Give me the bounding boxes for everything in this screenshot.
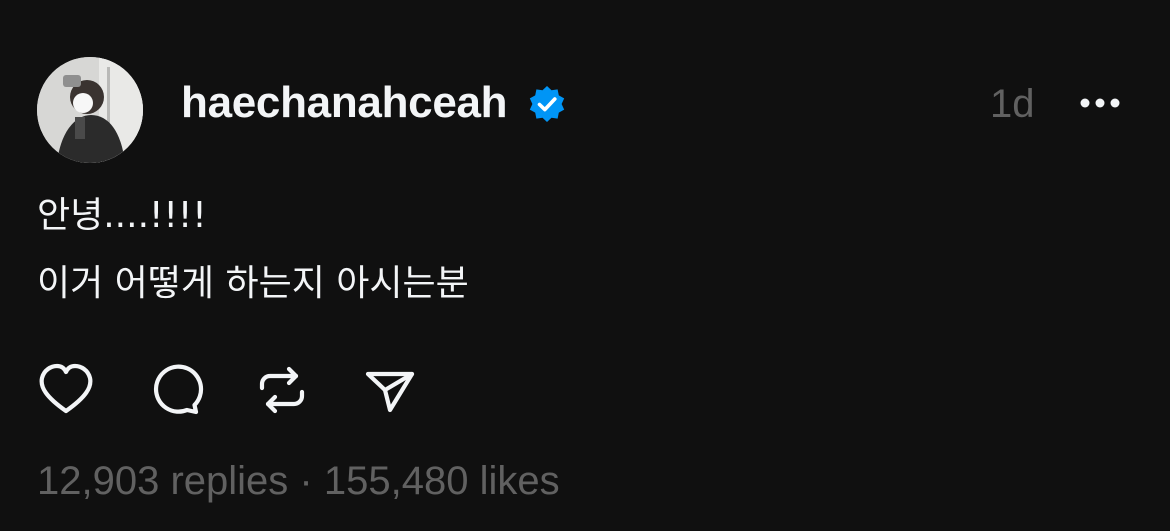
verified-icon — [529, 86, 565, 122]
share-icon — [365, 371, 415, 413]
likes-count[interactable]: 155,480 likes — [324, 459, 560, 503]
post-text-line: 안녕....!!!! — [37, 195, 207, 236]
share-button[interactable] — [360, 360, 420, 420]
repost-button[interactable] — [252, 360, 312, 420]
avatar[interactable] — [37, 57, 143, 163]
post-timestamp: 1d — [990, 82, 1035, 126]
more-icon[interactable] — [1076, 88, 1124, 118]
reply-button[interactable] — [144, 360, 204, 420]
avatar-image — [37, 57, 143, 163]
post-stats: 12,903 replies · 155,480 likes — [37, 458, 560, 504]
username[interactable]: haechanahceah — [181, 78, 508, 128]
comment-icon — [153, 364, 204, 415]
post-text-line: 이거 어떻게 하는지 아시는분 — [37, 263, 469, 304]
like-button[interactable] — [36, 360, 96, 420]
stats-separator: · — [299, 459, 313, 503]
thread-post: haechanahceah 1d 안녕....!!!! 이거 어떻게 하는지 아… — [0, 0, 1170, 531]
repost-icon — [259, 366, 305, 414]
replies-count[interactable]: 12,903 replies — [37, 459, 288, 503]
heart-icon — [39, 363, 93, 414]
